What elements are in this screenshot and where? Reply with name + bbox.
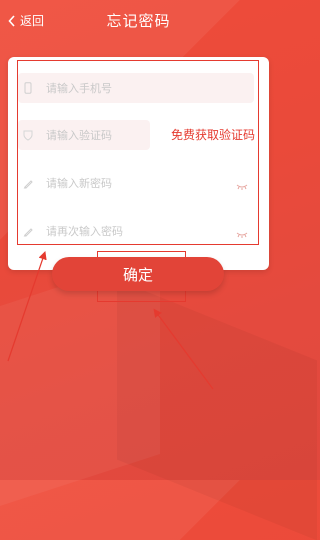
background-shape [0,254,160,506]
code-input[interactable]: 请输入验证码 [46,127,112,143]
new-password-input[interactable]: 请输入新密码 [46,175,112,191]
pencil-icon [18,226,38,237]
background-shape [117,279,317,540]
confirm-button[interactable]: 确定 [52,257,224,291]
arrow-to-confirm [153,308,214,390]
pencil-icon [18,178,38,189]
eye-closed-icon[interactable] [236,224,248,243]
phone-input[interactable]: 请输入手机号 [46,80,112,96]
eye-closed-icon[interactable] [236,176,248,195]
code-field[interactable]: 请输入验证码 [18,120,150,150]
top-bar: 返回 忘记密码 [0,0,277,42]
phone-field[interactable]: 请输入手机号 [18,73,254,103]
confirm-password-field[interactable]: 请再次输入密码 [18,216,254,246]
page-title: 忘记密码 [106,12,171,30]
get-code-button[interactable]: 免费获取验证码 [171,126,255,143]
shield-icon [18,130,38,141]
phone-icon [18,82,38,94]
confirm-password-input[interactable]: 请再次输入密码 [46,223,123,239]
arrow-to-form [7,251,47,362]
new-password-field[interactable]: 请输入新密码 [18,168,254,198]
